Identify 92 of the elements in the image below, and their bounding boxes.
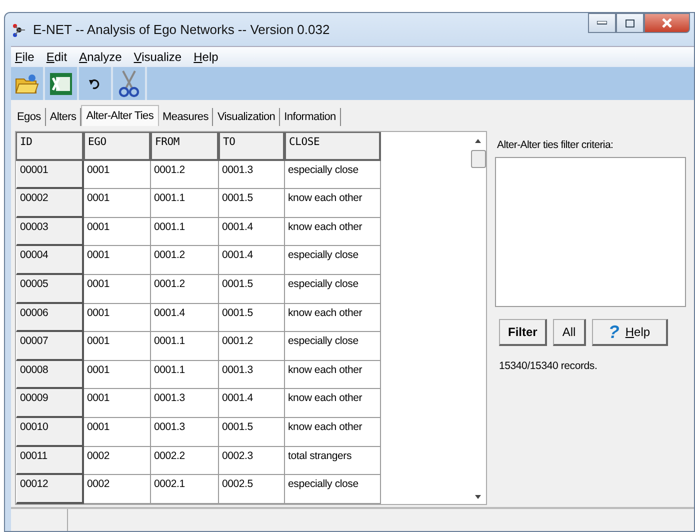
table-cell: especially close [285, 246, 381, 275]
column-header[interactable]: TO [219, 132, 285, 161]
folder-icon [15, 72, 39, 94]
table-cell: 0001.1 [151, 332, 219, 361]
row-header[interactable]: 00004 [16, 246, 84, 275]
table-cell: know each other [285, 218, 381, 246]
menu-item[interactable]: File [15, 50, 34, 64]
table-cell: 0001.2 [151, 160, 219, 190]
table-cell: know each other [285, 389, 381, 418]
table-cell: 0001.4 [151, 304, 219, 332]
table-cell: 0001 [84, 360, 151, 390]
scissors-icon [118, 70, 140, 98]
close-icon [661, 18, 673, 28]
row-header[interactable]: 00003 [16, 218, 84, 246]
column-header[interactable]: EGO [84, 132, 151, 161]
row-header[interactable]: 00011 [16, 446, 84, 476]
table-cell: 0001.4 [219, 246, 285, 275]
table-cell: 0001.4 [219, 218, 285, 246]
table-cell: 0001.3 [219, 360, 285, 390]
table-cell: especially close [285, 332, 381, 361]
table-cell: 0001.5 [219, 274, 285, 304]
minimize-icon [597, 21, 607, 25]
table-cell: 0001.5 [219, 189, 285, 218]
table-cell: know each other [285, 189, 381, 218]
table-cell: 0002.5 [219, 475, 285, 504]
table-cell: know each other [285, 418, 381, 447]
column-header[interactable]: FROM [151, 132, 219, 161]
all-button[interactable]: All [553, 319, 586, 346]
minimize-button[interactable] [588, 13, 616, 33]
menu-item[interactable]: Help [194, 50, 218, 64]
window-title: E-NET -- Analysis of Ego Networks -- Version 0.032 [33, 22, 330, 37]
filter-criteria-field[interactable] [495, 157, 686, 307]
help-button[interactable]: ? Help [592, 319, 668, 346]
undo-icon [88, 76, 102, 90]
spreadsheet-icon [49, 72, 73, 96]
column-header[interactable]: CLOSE [285, 132, 381, 161]
table-cell: 0002.1 [151, 475, 219, 504]
table-cell: 0001.2 [151, 246, 219, 275]
table-cell: 0001.4 [219, 389, 285, 418]
table-cell: especially close [285, 274, 381, 304]
table-cell: 0001.3 [151, 418, 219, 447]
close-button[interactable] [644, 13, 690, 33]
table-cell: 0001.5 [219, 418, 285, 447]
row-header[interactable]: 00007 [16, 332, 84, 361]
table-cell: 0001.3 [151, 389, 219, 418]
maximize-icon [625, 18, 635, 28]
maximize-button[interactable] [616, 13, 644, 33]
table-cell: 0001.1 [151, 218, 219, 246]
table-cell: 0001 [84, 189, 151, 218]
table-cell: 0001 [84, 246, 151, 275]
table-cell: especially close [285, 475, 381, 504]
row-header[interactable]: 00012 [16, 475, 84, 504]
column-header[interactable]: ID [16, 132, 84, 161]
row-header[interactable]: 00005 [16, 274, 84, 304]
row-header[interactable]: 00010 [16, 418, 84, 447]
table-cell: 0001.1 [151, 360, 219, 390]
menu-item[interactable]: Visualize [134, 50, 182, 64]
table-cell: 0001.2 [219, 332, 285, 361]
table-cell: 0001 [84, 418, 151, 447]
row-header[interactable]: 00001 [16, 160, 84, 190]
table-cell: 0002.3 [219, 446, 285, 476]
row-header[interactable]: 00008 [16, 360, 84, 390]
table-cell: 0001 [84, 332, 151, 361]
table-cell: 0001 [84, 389, 151, 418]
scroll-down-icon [474, 494, 482, 500]
table-cell: 0001 [84, 274, 151, 304]
row-header[interactable]: 00006 [16, 304, 84, 332]
table-cell: know each other [285, 360, 381, 390]
table-cell: 0001 [84, 304, 151, 332]
table-cell: 0001.5 [219, 304, 285, 332]
table-cell: 0002 [84, 475, 151, 504]
table-cell: total strangers [285, 446, 381, 476]
scroll-thumb[interactable] [470, 150, 486, 168]
menu-item[interactable]: Edit [46, 50, 68, 64]
scroll-up-icon [474, 138, 482, 144]
table-cell: 0001.2 [151, 274, 219, 304]
table-cell: 0002.2 [151, 446, 219, 476]
table-cell: 0002 [84, 446, 151, 476]
table-cell: know each other [285, 304, 381, 332]
filter-button[interactable]: Filter [499, 319, 548, 346]
row-header[interactable]: 00009 [16, 389, 84, 418]
tab[interactable]: Alter-Alter Ties [81, 105, 159, 126]
row-header[interactable]: 00002 [16, 189, 84, 218]
table-cell: especially close [285, 160, 381, 190]
menu-item[interactable]: Analyze [79, 50, 122, 64]
record-count: 15340/15340 records. [499, 360, 598, 372]
table-cell: 0001 [84, 160, 151, 190]
table-cell: 0001.3 [219, 160, 285, 190]
network-icon [11, 22, 27, 36]
table-cell: 0001 [84, 218, 151, 246]
filter-label: Alter-Alter ties filter criteria: [497, 139, 614, 151]
table-cell: 0001.1 [151, 189, 219, 218]
